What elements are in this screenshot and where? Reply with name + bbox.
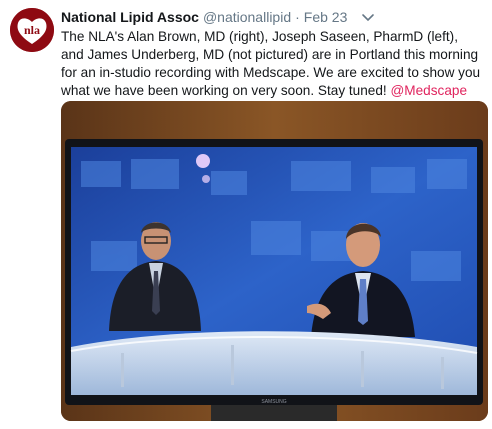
mention-link[interactable]: @Medscape [390,83,467,98]
tv-brand: SAMSUNG [261,399,286,405]
avatar-text: nla [24,23,40,37]
chevron-down-icon[interactable] [361,10,375,24]
avatar[interactable]: nla [10,8,54,52]
account-name[interactable]: National Lipid Assoc [61,9,199,25]
photo-image: SAMSUNG [61,101,488,421]
timestamp[interactable]: Feb 23 [304,9,348,25]
separator: · [295,9,300,25]
nla-logo-icon: nla [10,8,54,52]
tweet-text: The NLA's Alan Brown, MD (right), Joseph… [61,28,481,100]
tweet-header: National Lipid Assoc @nationallipid · Fe… [61,7,484,27]
account-handle[interactable]: @nationallipid [203,9,291,25]
tweet-photo[interactable]: SAMSUNG [61,101,488,421]
